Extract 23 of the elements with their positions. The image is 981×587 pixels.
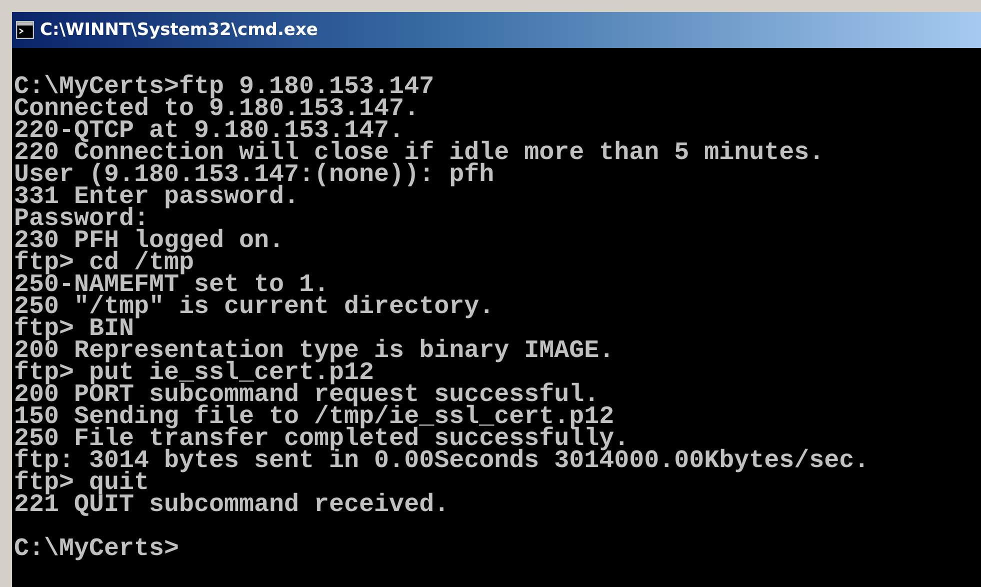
console-line: 200 PORT subcommand request successful. (14, 384, 600, 406)
console-line: Connected to 9.180.153.147. (14, 98, 420, 120)
console-line: 250-NAMEFMT set to 1. (14, 274, 330, 296)
console-line: C:\MyCerts> (14, 538, 180, 560)
console-line: 200 Representation type is binary IMAGE. (14, 340, 614, 362)
console-line: Password: (14, 208, 150, 230)
console-line: ftp> cd /tmp (14, 252, 194, 274)
console-line: ftp> BIN (14, 318, 134, 340)
console-line: ftp> quit (14, 472, 150, 494)
console-icon (16, 21, 34, 39)
console-line: 250 File transfer completed successfully. (14, 428, 630, 450)
console-line: 250 "/tmp" is current directory. (14, 296, 494, 318)
console-line: 220-QTCP at 9.180.153.147. (14, 120, 404, 142)
window-title: C:\WINNT\System32\cmd.exe (40, 20, 318, 40)
console-line: 150 Sending file to /tmp/ie_ssl_cert.p12 (14, 406, 614, 428)
console-line: 221 QUIT subcommand received. (14, 494, 450, 516)
console-line: 230 PFH logged on. (14, 230, 284, 252)
console-line: User (9.180.153.147:(none)): pfh (14, 164, 494, 186)
console-line: 331 Enter password. (14, 186, 300, 208)
console-line: ftp> put ie_ssl_cert.p12 (14, 362, 374, 384)
console-line: C:\MyCerts>ftp 9.180.153.147 (14, 76, 434, 98)
console-line: 220 Connection will close if idle more than 5 minutes. (14, 142, 824, 164)
console-line: ftp: 3014 bytes sent in 0.00Seconds 3014000.00Kbytes/sec. (14, 450, 870, 472)
